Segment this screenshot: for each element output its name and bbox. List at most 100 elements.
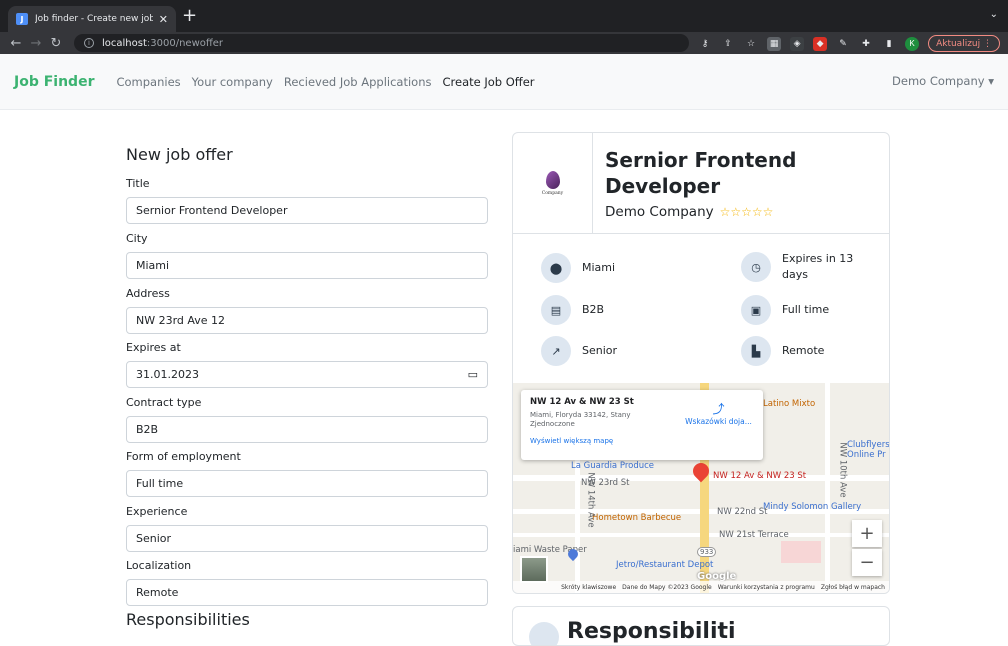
offer-preview-card: Company Sernior Frontend Developer Demo … — [512, 132, 890, 594]
city-input-value: Miami — [136, 259, 170, 272]
larger-map-link[interactable]: Wyświetl większą mapę — [530, 437, 754, 445]
puzzle-icon[interactable]: ✚ — [859, 37, 873, 51]
localization-input[interactable]: Remote — [126, 579, 488, 606]
responsibilities-card: Responsibiliti — [512, 606, 890, 646]
map-area-block — [781, 541, 821, 563]
info-city-text: Miami — [582, 261, 616, 274]
place-hometown-bbq[interactable]: Hometown Barbecue — [592, 513, 681, 523]
reload-icon[interactable]: ↻ — [46, 36, 66, 51]
tab-title: Job finder - Create new job offer — [35, 14, 153, 24]
back-icon[interactable]: ← — [6, 36, 26, 51]
app-favicon-icon: J — [16, 13, 28, 25]
place-jetro[interactable]: Jetro/Restaurant Depot — [616, 560, 713, 570]
google-map[interactable]: Latino Mixto Clubflyers Online Pr La Gua… — [513, 383, 889, 593]
form-title: New job offer — [126, 145, 233, 164]
briefcase-clock-icon: ▣ — [741, 295, 771, 325]
place-la-guardia[interactable]: La Guardia Produce — [571, 461, 654, 471]
experience-input-value: Senior — [136, 532, 172, 545]
clock-icon: ◷ — [741, 252, 771, 282]
satellite-toggle[interactable] — [520, 556, 548, 583]
tab-search-chevron-icon[interactable]: ⌄ — [990, 9, 998, 20]
info-employment: ▣ Full time — [741, 295, 829, 325]
contract-input-value: B2B — [136, 423, 159, 436]
contract-input[interactable]: B2B — [126, 416, 488, 443]
expires-label: Expires at — [126, 341, 181, 354]
road-nw-10th — [825, 383, 830, 593]
info-employment-text: Full time — [782, 303, 830, 316]
expires-date-input[interactable]: 31.01.2023 ▭ — [126, 361, 488, 388]
street-nw-21st: NW 21st Terrace — [719, 530, 789, 540]
red-extension-icon[interactable]: ◆ — [813, 36, 828, 51]
nav-link-create-offer[interactable]: Create Job Offer — [442, 75, 534, 89]
map-attribution: Skróty klawiszowe Dane do Mapy ©2023 Goo… — [513, 581, 889, 593]
directions-icon: ⤴ — [712, 402, 725, 416]
update-button[interactable]: Aktualizuj ⋮ — [928, 35, 1000, 52]
forward-icon[interactable]: → — [26, 36, 46, 51]
update-label: Aktualizuj — [936, 38, 981, 49]
experience-input[interactable]: Senior — [126, 525, 488, 552]
calendar-icon[interactable]: ▭ — [468, 368, 478, 381]
new-tab-icon[interactable]: + — [182, 6, 197, 26]
key-icon[interactable]: ⚷ — [698, 37, 712, 51]
site-info-icon[interactable]: i — [84, 38, 94, 48]
bookmark-star-icon[interactable]: ☆ — [744, 37, 758, 51]
pen-extension-icon[interactable]: ✎ — [836, 37, 850, 51]
browser-tab[interactable]: J Job finder - Create new job offer ✕ — [8, 6, 176, 32]
street-nw-10th: NW 10th Ave — [837, 442, 848, 498]
street-nw-22nd: NW 22nd St — [717, 507, 768, 517]
logo-drop-icon — [545, 171, 560, 189]
sidebar-icon[interactable]: ▮ — [882, 37, 896, 51]
brand-logo[interactable]: Job Finder — [14, 74, 94, 90]
info-expiry: ◷ Expires in 13 days — [741, 251, 872, 283]
employment-label: Form of employment — [126, 450, 241, 463]
directions-button[interactable]: ⤴ Wskazówki doja... — [681, 400, 756, 426]
directions-label: Wskazówki doja... — [685, 417, 752, 426]
city-input[interactable]: Miami — [126, 252, 488, 279]
zoom-out-button[interactable]: − — [852, 549, 882, 576]
place-latino-mixto[interactable]: Latino Mixto — [763, 399, 815, 409]
place-mindy-solomon[interactable]: Mindy Solomon Gallery — [763, 502, 861, 512]
shield-extension-icon[interactable]: ◈ — [790, 36, 805, 51]
location-pin-icon: ⬤ — [541, 253, 571, 283]
address-bar[interactable]: i localhost:3000/newoffer — [74, 34, 689, 52]
map-info-popup: NW 12 Av & NW 23 St Miami, Floryda 33142… — [521, 390, 763, 460]
info-localization: ▙ Remote — [741, 336, 824, 366]
profile-avatar[interactable]: K — [905, 36, 920, 51]
road-nw-14th — [575, 453, 580, 593]
caret-down-icon: ▾ — [988, 74, 994, 88]
share-icon[interactable]: ⇪ — [721, 37, 735, 51]
preview-job-title: Sernior Frontend Developer — [605, 148, 797, 198]
chart-line-icon: ↗ — [541, 336, 571, 366]
localization-label: Localization — [126, 559, 192, 572]
report-error-link[interactable]: Zgłoś błąd w mapach — [821, 584, 885, 591]
employment-input[interactable]: Full time — [126, 470, 488, 497]
nav-link-your-company[interactable]: Your company — [192, 75, 273, 89]
company-logo: Company — [513, 133, 593, 234]
address-input[interactable]: NW 23rd Ave 12 — [126, 307, 488, 334]
keyboard-shortcuts-link[interactable]: Skróty klawiszowe — [561, 584, 616, 591]
app-navbar: Job Finder Companies Your company Reciev… — [0, 54, 1008, 110]
info-city: ⬤ Miami — [541, 253, 615, 283]
title-input-value: Sernior Frontend Developer — [136, 204, 288, 217]
responsibilities-card-title: Responsibiliti — [567, 619, 736, 644]
extensions-area: ⚷ ⇪ ☆ ▦ ◈ ◆ ✎ ✚ ▮ K Aktualizuj ⋮ — [698, 35, 1000, 52]
nav-link-companies[interactable]: Companies — [116, 75, 180, 89]
zoom-in-button[interactable]: + — [852, 520, 882, 547]
title-input[interactable]: Sernior Frontend Developer — [126, 197, 488, 224]
terms-link[interactable]: Warunki korzystania z programu — [718, 584, 815, 591]
close-tab-icon[interactable]: ✕ — [159, 13, 168, 26]
nav-link-applications[interactable]: Recieved Job Applications — [284, 75, 432, 89]
account-name: Demo Company — [892, 74, 985, 88]
info-experience-text: Senior — [582, 344, 618, 357]
preview-info-grid: ⬤ Miami ◷ Expires in 13 days ▤ B2B ▣ Ful… — [513, 235, 889, 383]
place-selected-pin-label[interactable]: NW 12 Av & NW 23 St — [713, 471, 806, 481]
preview-header: Company Sernior Frontend Developer Demo … — [513, 133, 889, 234]
extension-icon[interactable]: ▦ — [767, 36, 782, 51]
title-label: Title — [126, 177, 150, 190]
account-dropdown[interactable]: Demo Company ▾ — [892, 74, 994, 88]
address-input-value: NW 23rd Ave 12 — [136, 314, 226, 327]
place-clubflyers[interactable]: Clubflyers Online Pr — [847, 440, 889, 460]
street-nw-14th: NW 14th Ave — [585, 472, 596, 528]
browser-toolbar: ← → ↻ i localhost:3000/newoffer ⚷ ⇪ ☆ ▦ … — [0, 32, 1008, 54]
browser-tab-bar: J Job finder - Create new job offer ✕ + … — [0, 0, 1008, 32]
